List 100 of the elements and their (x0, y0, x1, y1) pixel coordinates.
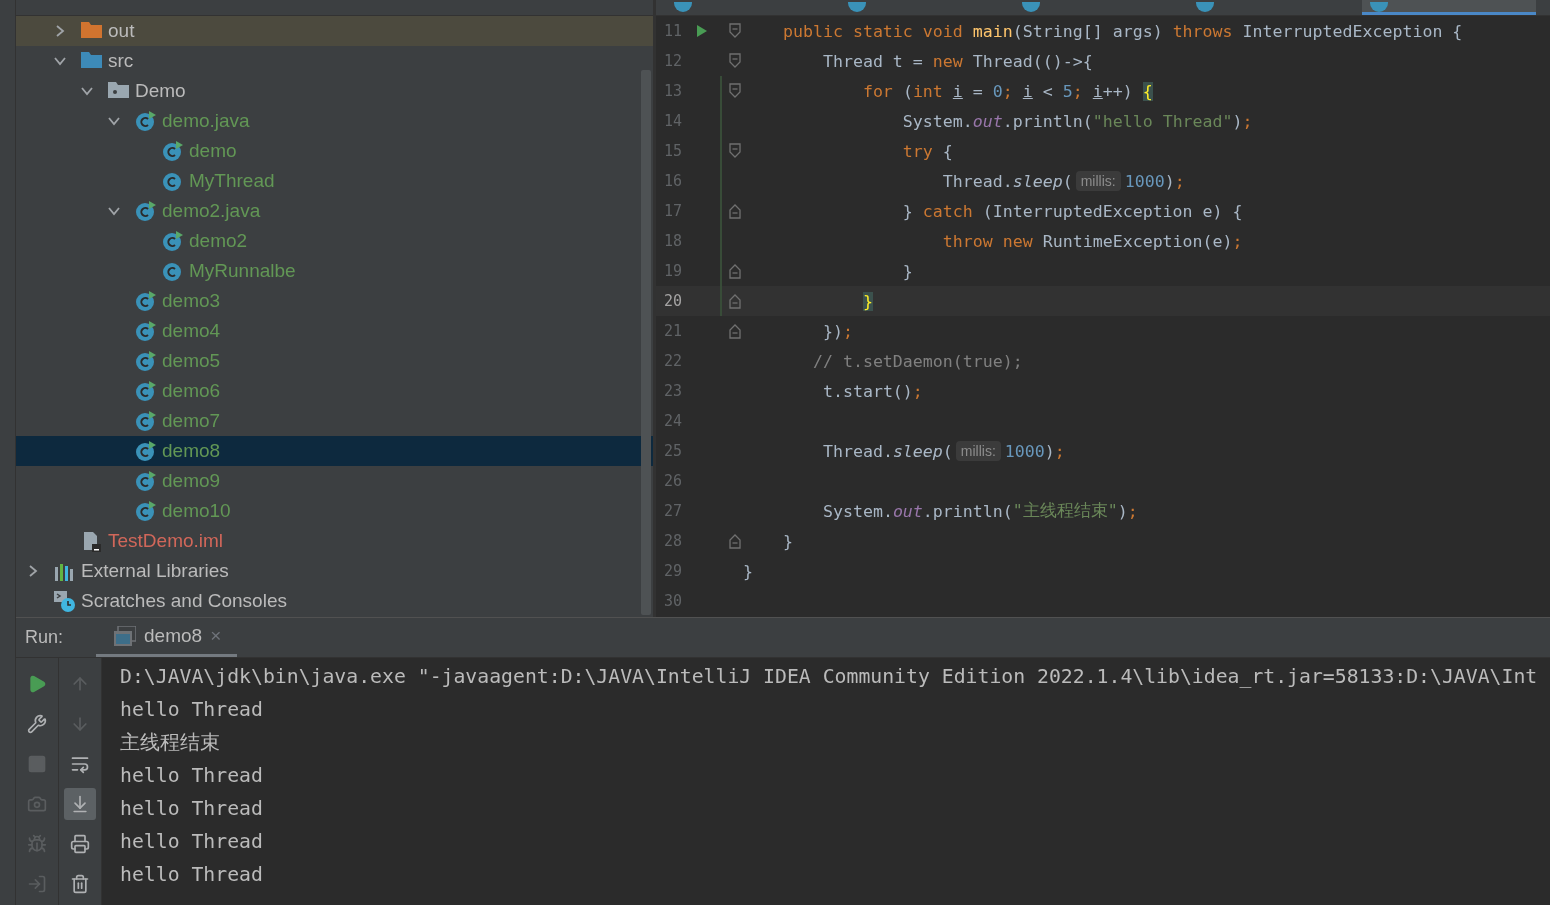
tree-item[interactable]: demo5 (16, 346, 653, 376)
fold-marker-icon[interactable] (729, 263, 741, 279)
tree-item[interactable]: demo6 (16, 376, 653, 406)
line-number: 23 (663, 382, 684, 400)
line-number: 24 (663, 412, 684, 430)
semicolon: ; (1127, 501, 1138, 521)
item-label: demo2 (189, 230, 248, 252)
line-number: 22 (663, 352, 684, 370)
tree-item[interactable]: demo (16, 136, 653, 166)
fold-marker-icon[interactable] (729, 143, 741, 159)
line-number: 18 (663, 232, 684, 250)
class-icon (1196, 2, 1214, 12)
line-number: 15 (663, 142, 684, 160)
console-line: hello Thread (120, 763, 264, 789)
fold-marker-icon[interactable] (729, 23, 741, 39)
number-literal: 1000 (1004, 441, 1045, 461)
package-folder-icon (108, 80, 129, 98)
item-label: MyThread (189, 170, 275, 192)
code-text: < (1042, 81, 1054, 101)
code-text: ) (1117, 501, 1128, 521)
code-text: System. (902, 111, 973, 131)
string-literal: "主线程结束" (1012, 500, 1118, 522)
tree-item[interactable]: demo8 (16, 436, 653, 466)
tree-item[interactable]: demo4 (16, 316, 653, 346)
console-line: hello Thread (120, 697, 264, 723)
tree-item[interactable]: out (16, 16, 653, 46)
fold-marker-icon[interactable] (729, 83, 741, 99)
class-icon (162, 170, 183, 192)
tree-item[interactable]: demo.java (16, 106, 653, 136)
runnable-class-icon (162, 140, 183, 162)
scroll-to-end-icon[interactable] (64, 788, 96, 820)
scratches-icon (54, 590, 75, 612)
semicolon: ; (1174, 171, 1185, 191)
tree-item[interactable]: demo3 (16, 286, 653, 316)
item-label: TestDemo.iml (108, 530, 224, 552)
line-number: 19 (663, 262, 684, 280)
number-literal: 5 (1062, 81, 1073, 101)
method-call: sleep (1012, 171, 1063, 191)
variable-name: i (952, 81, 963, 101)
tree-item[interactable]: demo2 (16, 226, 653, 256)
keyword: int (912, 81, 944, 101)
keyword: catch (922, 201, 973, 221)
fold-marker-icon[interactable] (729, 203, 741, 219)
line-number: 29 (663, 562, 684, 580)
code-text: ( (942, 441, 953, 461)
run-icon[interactable] (696, 24, 708, 38)
code-text: ) (1044, 441, 1055, 461)
line-number: 17 (663, 202, 684, 220)
tree-item[interactable]: TestDemo.iml (16, 526, 653, 556)
item-label: demo8 (162, 440, 221, 462)
tree-item[interactable]: External Libraries (16, 556, 653, 586)
class-icon (162, 260, 183, 282)
tree-item[interactable]: demo2.java (16, 196, 653, 226)
keyword: public static void (782, 21, 964, 41)
line-number: 28 (663, 532, 684, 550)
code-text: t.start() (822, 381, 913, 401)
line-number: 12 (663, 52, 684, 70)
runnable-class-icon (135, 380, 156, 402)
matched-brace: } (862, 291, 873, 311)
console-icon (114, 626, 137, 646)
console-line: hello Thread (120, 796, 264, 822)
number-literal: 0 (992, 81, 1003, 101)
item-label: demo5 (162, 350, 221, 372)
runnable-class-icon (135, 440, 156, 462)
tree-item[interactable]: demo9 (16, 466, 653, 496)
fold-marker-icon[interactable] (729, 323, 741, 339)
tree-item[interactable]: demo10 (16, 496, 653, 526)
tree-item[interactable]: MyRunnalbe (16, 256, 653, 286)
keyword: for (862, 81, 893, 101)
keyword: try (902, 141, 933, 161)
method-call: sleep (892, 441, 943, 461)
tree-item[interactable]: Demo (16, 76, 653, 106)
class-icon (1022, 2, 1040, 12)
class-icon (848, 2, 866, 12)
code-text: Thread t = (822, 51, 924, 71)
code-text: (InterruptedException e) { (982, 201, 1243, 221)
line-number: 14 (663, 112, 684, 130)
console-line: 主线程结束 (120, 730, 221, 756)
fold-marker-icon[interactable] (729, 533, 741, 549)
semicolon: ; (1242, 111, 1253, 131)
code-text: } (902, 201, 914, 221)
runnable-class-icon (162, 230, 183, 252)
scrollbar[interactable] (641, 70, 651, 615)
tree-item[interactable]: Scratches and Consoles (16, 586, 653, 616)
class-icon (674, 2, 692, 12)
runnable-class-icon (135, 350, 156, 372)
tree-item[interactable]: demo7 (16, 406, 653, 436)
editor-tab[interactable] (1362, 0, 1536, 15)
fold-marker-icon[interactable] (729, 53, 741, 69)
code-text: InterruptedException { (1242, 21, 1463, 41)
fold-marker-icon[interactable] (729, 293, 741, 309)
line-number: 26 (663, 472, 684, 490)
code-text: Thread. (822, 441, 893, 461)
runnable-class-icon (135, 320, 156, 342)
tab-label: demo8 (144, 625, 203, 647)
tree-item[interactable]: MyThread (16, 166, 653, 196)
item-label: demo4 (162, 320, 221, 342)
line-number: 25 (663, 442, 684, 460)
tree-item[interactable]: src (16, 46, 653, 76)
close-icon[interactable]: × (210, 625, 222, 647)
